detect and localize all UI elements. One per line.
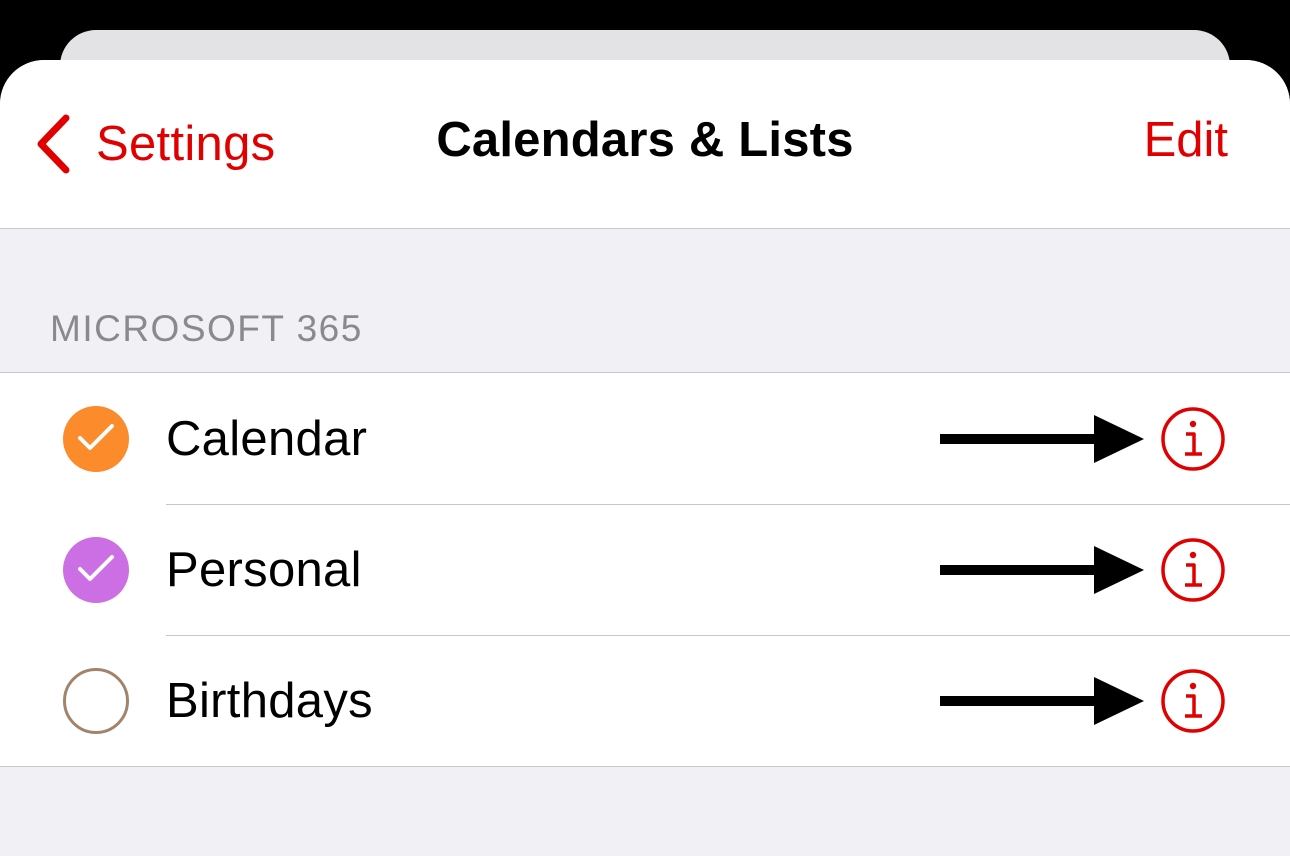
checkbox-birthdays[interactable] [63,668,129,734]
info-circle-icon[interactable] [1160,668,1226,739]
info-circle-icon[interactable] [1160,537,1226,608]
checkbox-calendar[interactable] [63,406,129,472]
calendar-list: Calendar Personal Birthdays [0,372,1290,767]
checkmark-icon [76,552,116,589]
section-header: MICROSOFT 365 [50,308,363,349]
list-item-label: Personal [166,543,362,597]
list-item-personal[interactable]: Personal [0,504,1290,635]
list-item-calendar[interactable]: Calendar [0,373,1290,504]
list-item-label: Calendar [166,412,368,466]
calendars-sheet: Settings Calendars & Lists Edit MICROSOF… [0,60,1290,856]
right-arrow-icon [938,413,1146,470]
right-arrow-icon [938,544,1146,601]
info-circle-icon[interactable] [1160,406,1226,477]
checkbox-personal[interactable] [63,537,129,603]
navigation-bar: Settings Calendars & Lists Edit [0,60,1290,229]
page-title: Calendars & Lists [436,113,854,167]
right-arrow-icon [938,675,1146,732]
edit-button[interactable]: Edit [1144,112,1228,168]
checkmark-icon [76,421,116,458]
list-item-label: Birthdays [166,674,373,728]
list-item-birthdays[interactable]: Birthdays [0,635,1290,766]
